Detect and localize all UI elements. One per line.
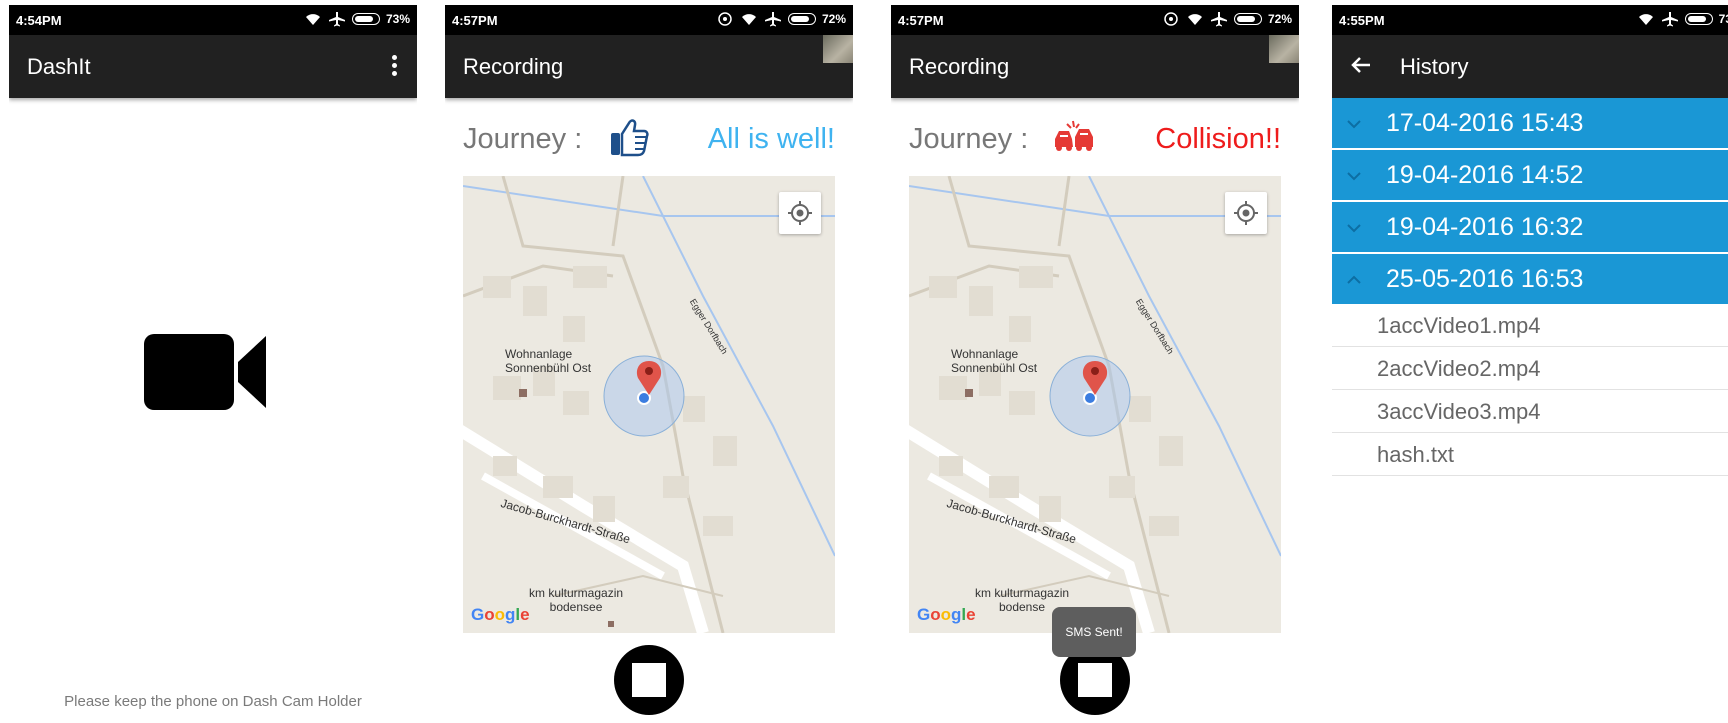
back-arrow-icon[interactable] bbox=[1350, 54, 1372, 76]
chevron-up-icon bbox=[1347, 275, 1361, 284]
history-entry[interactable]: 19-04-2016 14:52 bbox=[1332, 150, 1728, 200]
battery-level: 72% bbox=[1267, 12, 1292, 26]
screen-title: History bbox=[1400, 54, 1469, 79]
sms-sent-toast: SMS Sent! bbox=[1052, 607, 1136, 657]
hint-text: Please keep the phone on Dash Cam Holder bbox=[64, 693, 362, 710]
screen-title: Recording bbox=[463, 54, 564, 79]
screen-title: Recording bbox=[909, 54, 1010, 79]
airplane-icon bbox=[328, 12, 345, 27]
journey-status: Collision!! bbox=[1155, 123, 1281, 155]
camera-preview-thumbnail bbox=[823, 35, 853, 63]
battery-level: 73% bbox=[385, 12, 410, 26]
airplane-icon bbox=[764, 12, 781, 27]
camera-preview-thumbnail bbox=[1269, 35, 1299, 63]
history-entry-date: 17-04-2016 15:43 bbox=[1386, 109, 1584, 137]
map-tiles bbox=[909, 176, 1281, 633]
status-time: 4:54PM bbox=[16, 13, 62, 28]
overflow-menu-icon[interactable] bbox=[389, 55, 399, 79]
app-bar: History bbox=[1332, 35, 1728, 98]
chevron-down-icon bbox=[1347, 120, 1361, 129]
journey-row: Journey : All is well! bbox=[463, 115, 835, 165]
crosshair-icon bbox=[1234, 201, 1258, 225]
history-entry-date: 19-04-2016 14:52 bbox=[1386, 161, 1584, 189]
status-bar: 4:57PM 72% bbox=[445, 5, 853, 35]
hotspot-icon bbox=[718, 12, 732, 26]
thumbs-up-icon bbox=[611, 119, 649, 157]
map-view[interactable]: Wohnanlage Sonnenbühl Ost Jacob-Burckhar… bbox=[463, 176, 835, 633]
journey-label: Journey : bbox=[909, 123, 1029, 155]
file-item[interactable]: 2accVideo2.mp4 bbox=[1332, 347, 1728, 390]
history-entry-date: 19-04-2016 16:32 bbox=[1386, 213, 1584, 241]
file-item[interactable]: 1accVideo1.mp4 bbox=[1332, 304, 1728, 347]
file-name: 1accVideo1.mp4 bbox=[1377, 313, 1541, 338]
wifi-icon bbox=[741, 14, 756, 25]
app-bar: DashIt bbox=[9, 35, 417, 98]
my-location-button[interactable] bbox=[1225, 192, 1267, 234]
map-tiles bbox=[463, 176, 835, 633]
file-item[interactable]: 3accVideo3.mp4 bbox=[1332, 390, 1728, 433]
battery-level: 73 bbox=[1718, 12, 1728, 26]
journey-label: Journey : bbox=[463, 123, 583, 155]
chevron-down-icon bbox=[1347, 172, 1361, 181]
status-time: 4:55PM bbox=[1339, 13, 1385, 28]
status-bar: 4:57PM 72% bbox=[891, 5, 1299, 35]
stop-recording-button[interactable] bbox=[614, 645, 684, 715]
file-name: hash.txt bbox=[1377, 442, 1455, 467]
airplane-icon bbox=[1661, 12, 1678, 27]
status-time: 4:57PM bbox=[898, 13, 944, 28]
journey-status: All is well! bbox=[707, 123, 835, 155]
chevron-down-icon bbox=[1347, 224, 1361, 233]
map-label-wohnanlage: Wohnanlage Sonnenbühl Ost bbox=[505, 347, 592, 375]
wifi-icon bbox=[1187, 14, 1202, 25]
battery-icon bbox=[1233, 13, 1262, 25]
map-label-wohnanlage: Wohnanlage Sonnenbühl Ost bbox=[951, 347, 1038, 375]
app-bar: Recording bbox=[891, 35, 1299, 98]
file-name: 2accVideo2.mp4 bbox=[1377, 356, 1541, 381]
recording-screen: 4:57PM 72% Recording Journey : All is we… bbox=[445, 5, 853, 723]
recording-collision-screen: 4:57PM 72% Recording Journey : Collision… bbox=[891, 5, 1299, 723]
crosshair-icon bbox=[788, 201, 812, 225]
home-screen: 4:54PM 73% DashIt Please keep the phone … bbox=[9, 5, 417, 723]
video-camera-icon[interactable] bbox=[144, 330, 269, 412]
status-time: 4:57PM bbox=[452, 13, 498, 28]
history-entry-date: 25-05-2016 16:53 bbox=[1386, 265, 1584, 293]
google-logo: Google bbox=[471, 605, 530, 624]
journey-row: Journey : Collision!! bbox=[909, 115, 1281, 165]
status-bar: 4:54PM 73% bbox=[9, 5, 417, 35]
battery-level: 72% bbox=[821, 12, 846, 26]
battery-icon bbox=[787, 13, 816, 25]
wifi-icon bbox=[305, 14, 320, 25]
history-entry[interactable]: 19-04-2016 16:32 bbox=[1332, 202, 1728, 252]
car-collision-icon bbox=[1055, 120, 1093, 151]
map-label-km: km kulturmagazin bodensee bbox=[529, 586, 624, 614]
file-item[interactable]: hash.txt bbox=[1332, 433, 1728, 476]
map-view[interactable]: Wohnanlage Sonnenbühl Ost Jacob-Burckhar… bbox=[909, 176, 1281, 633]
history-screen: 4:55PM 73 History 17-04-2016 15:43 19-04… bbox=[1332, 5, 1728, 723]
battery-icon bbox=[351, 13, 380, 25]
hotspot-icon bbox=[1164, 12, 1178, 26]
app-title: DashIt bbox=[27, 54, 91, 79]
status-bar: 4:55PM 73 bbox=[1332, 5, 1728, 35]
app-bar: Recording bbox=[445, 35, 853, 98]
wifi-icon bbox=[1638, 14, 1653, 25]
airplane-icon bbox=[1210, 12, 1227, 27]
my-location-button[interactable] bbox=[779, 192, 821, 234]
battery-icon bbox=[1684, 13, 1713, 25]
history-entry[interactable]: 17-04-2016 15:43 bbox=[1332, 98, 1728, 148]
history-entry-expanded[interactable]: 25-05-2016 16:53 bbox=[1332, 254, 1728, 304]
google-logo: Google bbox=[917, 605, 976, 624]
file-name: 3accVideo3.mp4 bbox=[1377, 399, 1541, 424]
